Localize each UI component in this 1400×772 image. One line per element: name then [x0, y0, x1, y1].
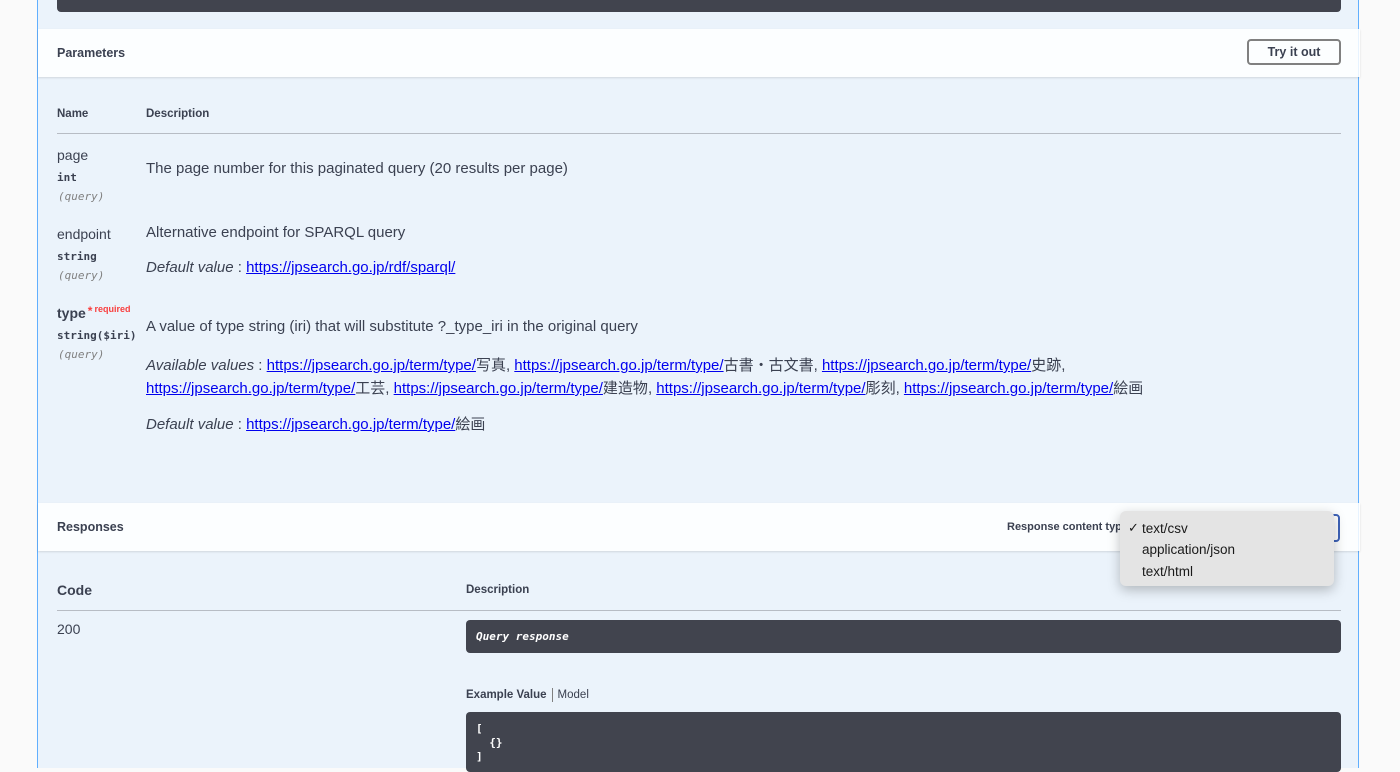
- dropdown-option-text-csv[interactable]: text/csv: [1142, 521, 1188, 536]
- param-description-endpoint: Alternative endpoint for SPARQL query: [146, 224, 406, 241]
- param-description-type: A value of type string (iri) that will s…: [146, 318, 638, 335]
- available-value-suffix: 古書・古文書: [723, 357, 814, 374]
- table-header-rule: [57, 133, 1341, 134]
- default-value-label: Default value: [146, 416, 234, 433]
- available-value-link[interactable]: https://jpsearch.go.jp/term/type/: [146, 380, 355, 397]
- responses-header-rule: [57, 610, 1341, 611]
- param-type-endpoint: string: [57, 250, 97, 263]
- param-name-type-text: type: [57, 305, 86, 321]
- responses-title: Responses: [57, 520, 124, 534]
- column-header-response-description: Description: [466, 584, 530, 596]
- column-header-description: Description: [146, 108, 210, 120]
- param-default-endpoint: Default value : https://jpsearch.go.jp/r…: [146, 259, 456, 276]
- available-value-suffix: 写真: [475, 357, 506, 374]
- available-value-link[interactable]: https://jpsearch.go.jp/term/type/: [267, 357, 476, 374]
- param-name-page: page: [57, 147, 89, 163]
- available-values-label: Available values: [146, 357, 255, 374]
- available-values-line-1: Available values : https://jpsearch.go.j…: [146, 357, 1066, 374]
- dropdown-option-application-json[interactable]: application/json: [1142, 542, 1235, 557]
- param-name-endpoint: endpoint: [57, 226, 111, 242]
- example-value-block: [ {} ]: [466, 712, 1341, 772]
- operation-summary-bar: [57, 0, 1341, 12]
- tab-example-value[interactable]: Example Value: [466, 689, 547, 701]
- tab-model[interactable]: Model: [558, 689, 589, 701]
- response-code: 200: [57, 621, 81, 637]
- response-description: Query response: [476, 630, 569, 643]
- param-in-endpoint: (query): [58, 269, 105, 282]
- required-label: required: [94, 304, 131, 314]
- param-type-page: int: [57, 171, 77, 184]
- try-it-out-button[interactable]: Try it out: [1247, 39, 1341, 65]
- available-value-link[interactable]: https://jpsearch.go.jp/term/type/: [656, 380, 865, 397]
- default-value-link[interactable]: https://jpsearch.go.jp/term/type/: [246, 416, 455, 433]
- parameters-header: Parameters Try it out: [38, 29, 1360, 77]
- default-value-suffix: 絵画: [455, 416, 486, 433]
- response-content-type-label: Response content type: [1007, 521, 1129, 533]
- param-name-type: type * required: [57, 304, 131, 321]
- param-default-type: Default value : https://jpsearch.go.jp/t…: [146, 416, 486, 433]
- column-header-code: Code: [57, 582, 92, 598]
- available-value-link[interactable]: https://jpsearch.go.jp/term/type/: [904, 380, 1113, 397]
- response-description-block: Query response: [466, 620, 1341, 653]
- example-model-tabs: Example Value Model: [466, 688, 589, 702]
- param-type-type: string($iri): [57, 329, 137, 342]
- available-value-suffix: 工芸: [355, 380, 386, 397]
- parameters-title: Parameters: [57, 46, 126, 60]
- available-value-link[interactable]: https://jpsearch.go.jp/term/type/: [822, 357, 1031, 374]
- example-value-code: [ {} ]: [476, 722, 503, 763]
- column-header-name: Name: [57, 108, 89, 120]
- checkmark-icon: ✓: [1128, 520, 1139, 535]
- content-type-dropdown: ✓ text/csv application/json text/html: [1120, 511, 1334, 586]
- param-in-page: (query): [58, 190, 105, 203]
- available-value-suffix: 建造物: [602, 380, 648, 397]
- default-value-label: Default value: [146, 259, 234, 276]
- available-value-suffix: 史跡: [1031, 357, 1062, 374]
- dropdown-option-text-html[interactable]: text/html: [1142, 564, 1193, 579]
- default-value-link[interactable]: https://jpsearch.go.jp/rdf/sparql/: [246, 259, 455, 276]
- available-value-suffix: 絵画: [1113, 380, 1144, 397]
- required-star: *: [87, 304, 93, 318]
- tab-divider: [551, 688, 553, 702]
- available-values-line-2: https://jpsearch.go.jp/term/type/工芸, htt…: [146, 380, 1144, 397]
- available-value-suffix: 彫刻: [865, 380, 896, 397]
- param-description-page: The page number for this paginated query…: [146, 160, 568, 177]
- param-in-type: (query): [58, 348, 105, 361]
- available-value-link[interactable]: https://jpsearch.go.jp/term/type/: [394, 380, 603, 397]
- available-value-link[interactable]: https://jpsearch.go.jp/term/type/: [514, 357, 723, 374]
